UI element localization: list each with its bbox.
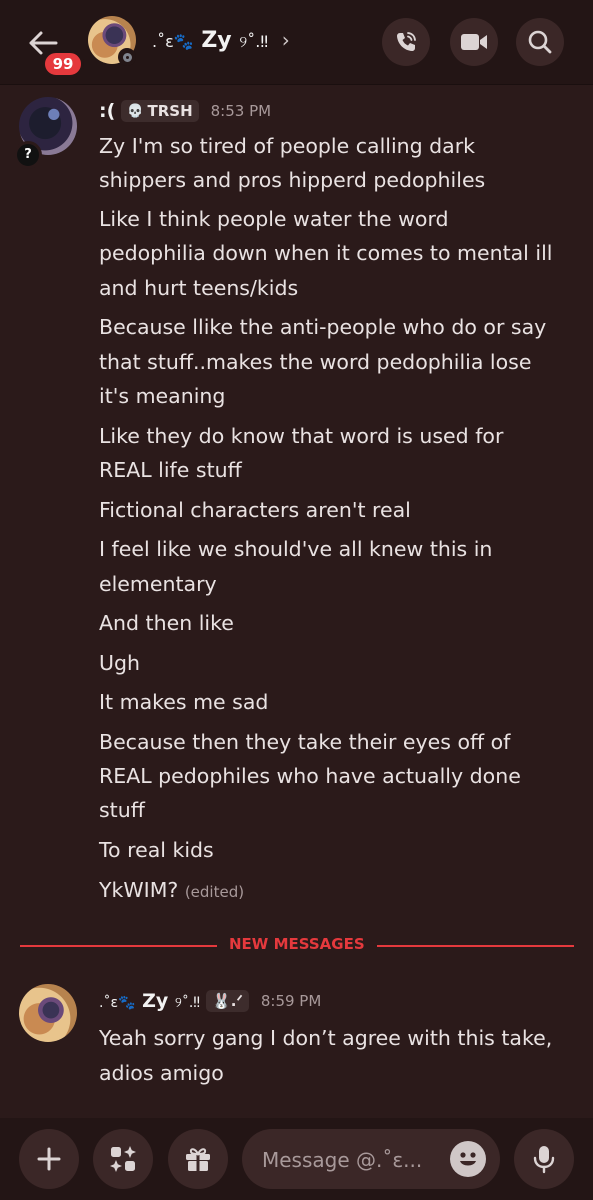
message-line: elementary <box>99 572 217 596</box>
title-prefix: .˚ɛ🐾 <box>152 32 194 51</box>
server-tag[interactable]: 🐰.ᐟ <box>206 990 249 1012</box>
microphone-icon <box>533 1146 555 1174</box>
chevron-right-icon: › <box>281 28 290 52</box>
message-line: Like I think people water the word <box>99 207 449 231</box>
message-line: that stuff..makes the word pedophilia lo… <box>99 350 532 374</box>
video-call-button[interactable] <box>450 18 498 66</box>
title-suffix: ୨˚.‼ <box>239 32 269 51</box>
message-header: :( 💀 TRSH 8:53 PM <box>99 100 271 122</box>
message-line: Like they do know that word is used for <box>99 424 504 448</box>
message-line: Ugh <box>99 651 141 675</box>
new-messages-label: NEW MESSAGES <box>217 935 377 953</box>
video-camera-icon <box>461 34 487 50</box>
author-prefix: .˚ɛ🐾 <box>99 995 136 1011</box>
message-line: I feel like we should've all knew this i… <box>99 537 493 561</box>
search-icon <box>528 30 552 54</box>
gift-icon <box>186 1148 210 1171</box>
search-button[interactable] <box>516 18 564 66</box>
message-line: REAL life stuff <box>99 458 242 482</box>
message-line: pedophilia down when it comes to mental … <box>99 241 553 265</box>
skull-icon: 💀 <box>127 103 144 119</box>
message-header: .˚ɛ🐾 Zy ୨˚.‼ 🐰.ᐟ 8:59 PM <box>99 990 321 1012</box>
dm-title[interactable]: .˚ɛ🐾 Zy ୨˚.‼ › <box>152 28 290 53</box>
message-line: it's meaning <box>99 384 226 408</box>
emoji-button[interactable] <box>450 1141 486 1177</box>
message-line: shippers and pros hipperd pedophiles <box>99 168 486 192</box>
message-line: stuff <box>99 798 145 822</box>
message-line: To real kids <box>99 838 214 862</box>
message-line: Because llike the anti-people who do or … <box>99 315 547 339</box>
apps-sparkle-icon <box>110 1146 136 1172</box>
unread-badge: 99 <box>42 50 84 78</box>
offline-status-icon <box>118 48 136 66</box>
author-avatar[interactable] <box>19 984 77 1042</box>
plus-icon <box>37 1147 61 1171</box>
voice-call-button[interactable] <box>382 18 430 66</box>
message-line: Because then they take their eyes off of <box>99 730 511 754</box>
message-line: Yeah sorry gang I don’t agree with this … <box>99 1026 553 1050</box>
message-line: REAL pedophiles who have actually done <box>99 764 521 788</box>
message-line: And then like <box>99 611 234 635</box>
apps-button[interactable] <box>93 1129 153 1189</box>
author-main-name: Zy <box>142 990 169 1012</box>
message-composer[interactable] <box>242 1129 500 1191</box>
message-line: and hurt teens/kids <box>99 276 299 300</box>
server-tag-label: TRSH <box>147 102 193 120</box>
author-name[interactable]: .˚ɛ🐾 Zy ୨˚.‼ <box>99 990 200 1012</box>
message-line: adios amigo <box>99 1061 224 1085</box>
message-line: Zy I'm so tired of people calling dark <box>99 134 476 158</box>
author-name[interactable]: :( <box>99 100 115 122</box>
message-text: YkWIM? <box>99 878 179 902</box>
voice-message-button[interactable] <box>514 1129 574 1189</box>
title-name: Zy <box>201 28 232 53</box>
server-tag[interactable]: 💀 TRSH <box>121 100 199 122</box>
edited-label: (edited) <box>184 883 245 901</box>
smiley-face-icon <box>460 1152 476 1166</box>
gift-button[interactable] <box>168 1129 228 1189</box>
timestamp: 8:53 PM <box>210 102 272 120</box>
question-icon: ? <box>14 141 42 169</box>
message-line: It makes me sad <box>99 690 269 714</box>
chat-header: 99 .˚ɛ🐾 Zy ୨˚.‼ › <box>0 0 593 85</box>
author-suffix: ୨˚.‼ <box>174 995 201 1011</box>
add-attachment-button[interactable] <box>19 1129 79 1189</box>
timestamp: 8:59 PM <box>260 992 322 1010</box>
phone-icon <box>397 32 416 51</box>
message-line-last: YkWIM? (edited) <box>99 873 574 909</box>
message-line: Fictional characters aren't real <box>99 498 411 522</box>
message-input[interactable] <box>260 1129 444 1191</box>
